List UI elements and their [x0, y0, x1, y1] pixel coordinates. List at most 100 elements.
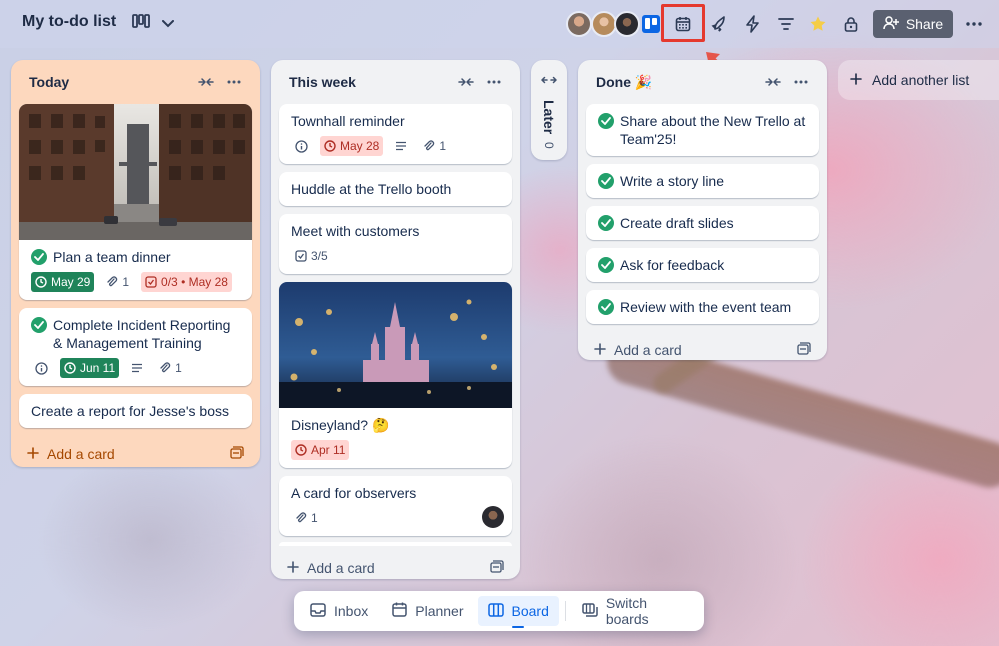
complete-check-icon[interactable] — [598, 215, 614, 231]
checklist-icon — [145, 276, 157, 288]
attachment-badge: 1 — [419, 136, 450, 156]
list-title[interactable]: Today — [29, 74, 192, 90]
filter-icon[interactable] — [774, 12, 798, 36]
list-more-icon[interactable] — [787, 70, 815, 94]
add-card-button[interactable]: Add a card — [279, 550, 512, 586]
attachment-badge: 1 — [291, 508, 322, 528]
due-date-badge[interactable]: Apr 11 — [291, 440, 350, 460]
due-date-badge[interactable]: May 28 — [320, 136, 384, 156]
card-ask-feedback[interactable]: Ask for feedback — [586, 248, 819, 282]
plus-icon — [594, 342, 606, 358]
expand-icon[interactable] — [531, 60, 567, 100]
calendar-icon[interactable] — [671, 12, 695, 36]
description-info-icon — [31, 358, 52, 378]
collapse-icon[interactable] — [192, 70, 220, 94]
paperclip-icon — [296, 512, 307, 523]
card-title: Complete Incident Reporting & Management… — [53, 317, 231, 351]
list-today: Today Plan a team dinner May 29 1 0/3 • … — [11, 60, 260, 467]
card-title: Create a report for Jesse's boss — [31, 403, 229, 419]
due-date-badge[interactable]: Jun 11 — [60, 358, 120, 378]
member-avatar-1[interactable] — [566, 11, 592, 37]
card-cover-city-image — [19, 104, 252, 240]
collapse-icon[interactable] — [759, 70, 787, 94]
complete-check-icon[interactable] — [598, 173, 614, 189]
checklist-icon — [295, 250, 307, 262]
share-label: Share — [905, 16, 944, 32]
card-townhall[interactable]: Townhall reminder May 28 1 — [279, 104, 512, 164]
card-review-event-team[interactable]: Review with the event team — [586, 290, 819, 324]
list-title[interactable]: Done 🎉 — [596, 74, 759, 91]
share-button[interactable]: Share — [873, 10, 953, 38]
list-later-collapsed[interactable]: Later 0 — [531, 60, 567, 160]
card-meet-customers[interactable]: Meet with customers 3/5 — [279, 214, 512, 274]
chevron-down-icon[interactable] — [162, 15, 174, 33]
card-title: Review with the event team — [620, 299, 792, 315]
collapse-icon[interactable] — [452, 70, 480, 94]
card-draft-slides[interactable]: Create draft slides — [586, 206, 819, 240]
card-title: Disneyland? 🤔 — [291, 417, 390, 433]
complete-check-icon[interactable] — [31, 317, 47, 333]
card-title: Plan a team dinner — [53, 249, 171, 265]
nav-planner[interactable]: Planner — [382, 596, 473, 626]
switch-boards-icon — [582, 602, 598, 620]
lock-icon[interactable] — [839, 12, 863, 36]
board-title[interactable]: My to-do list — [22, 13, 116, 31]
add-card-button[interactable]: Add a card — [19, 436, 252, 472]
list-title: Later — [541, 100, 557, 135]
attachment-badge: 1 — [155, 358, 186, 378]
list-card-count: 0 — [542, 142, 556, 149]
nav-board[interactable]: Board — [477, 596, 559, 628]
list-title[interactable]: This week — [289, 74, 452, 90]
paperclip-icon — [160, 362, 171, 373]
card-report-jesse[interactable]: Create a report for Jesse's boss — [19, 394, 252, 428]
star-icon[interactable] — [806, 12, 830, 36]
checklist-badge: 0/3 • May 28 — [141, 272, 232, 292]
attachment-badge: 1 — [102, 272, 133, 292]
add-another-list-button[interactable]: Add another list — [838, 60, 999, 100]
automation-icon[interactable] — [741, 12, 765, 36]
card-observers[interactable]: A card for observers 1 — [279, 476, 512, 536]
complete-check-icon[interactable] — [598, 299, 614, 315]
list-more-icon[interactable] — [480, 70, 508, 94]
paperclip-icon — [107, 276, 118, 287]
bottom-navigation: Inbox Planner Board Switch boards — [294, 591, 704, 631]
card-member-avatar[interactable] — [482, 506, 504, 528]
nav-inbox[interactable]: Inbox — [300, 596, 378, 626]
power-up-icon[interactable] — [708, 12, 732, 36]
card-disneyland[interactable]: Disneyland? 🤔 Apr 11 — [279, 282, 512, 468]
member-avatar-3[interactable] — [614, 11, 640, 37]
add-card-button[interactable]: Add a card — [586, 332, 819, 368]
template-icon[interactable] — [490, 560, 504, 576]
card-title: Share about the New Trello at Team'25! — [620, 113, 806, 147]
card-huddle[interactable]: Huddle at the Trello booth — [279, 172, 512, 206]
view-switcher[interactable] — [132, 14, 174, 33]
card-plan-team-dinner[interactable]: Plan a team dinner May 29 1 0/3 • May 28 — [19, 104, 252, 300]
template-icon[interactable] — [230, 446, 244, 462]
card-title: Create draft slides — [620, 215, 734, 231]
template-icon[interactable] — [797, 342, 811, 358]
add-list-label: Add another list — [872, 72, 970, 88]
list-done: Done 🎉 Share about the New Trello at Tea… — [578, 60, 827, 360]
complete-check-icon[interactable] — [598, 113, 614, 129]
nav-switch-boards[interactable]: Switch boards — [572, 595, 698, 627]
planner-calendar-icon — [392, 602, 407, 620]
card-title: Huddle at the Trello booth — [291, 181, 452, 197]
plus-icon — [27, 446, 39, 462]
board-view-icon[interactable] — [132, 14, 150, 33]
clock-icon — [324, 140, 336, 152]
card-share-new-trello[interactable]: Share about the New Trello at Team'25! — [586, 104, 819, 156]
more-icon[interactable] — [962, 12, 986, 36]
due-date-badge[interactable]: May 29 — [31, 272, 95, 292]
nav-divider — [564, 601, 566, 621]
complete-check-icon[interactable] — [598, 257, 614, 273]
card-incident-training[interactable]: Complete Incident Reporting & Management… — [19, 308, 252, 386]
clock-icon — [64, 362, 76, 374]
inbox-icon — [310, 602, 326, 620]
clock-icon — [35, 276, 47, 288]
card-story-line[interactable]: Write a story line — [586, 164, 819, 198]
list-more-icon[interactable] — [220, 70, 248, 94]
paperclip-icon — [424, 140, 435, 151]
trello-icon[interactable] — [639, 12, 663, 36]
description-icon — [391, 136, 411, 156]
complete-check-icon[interactable] — [31, 249, 47, 265]
